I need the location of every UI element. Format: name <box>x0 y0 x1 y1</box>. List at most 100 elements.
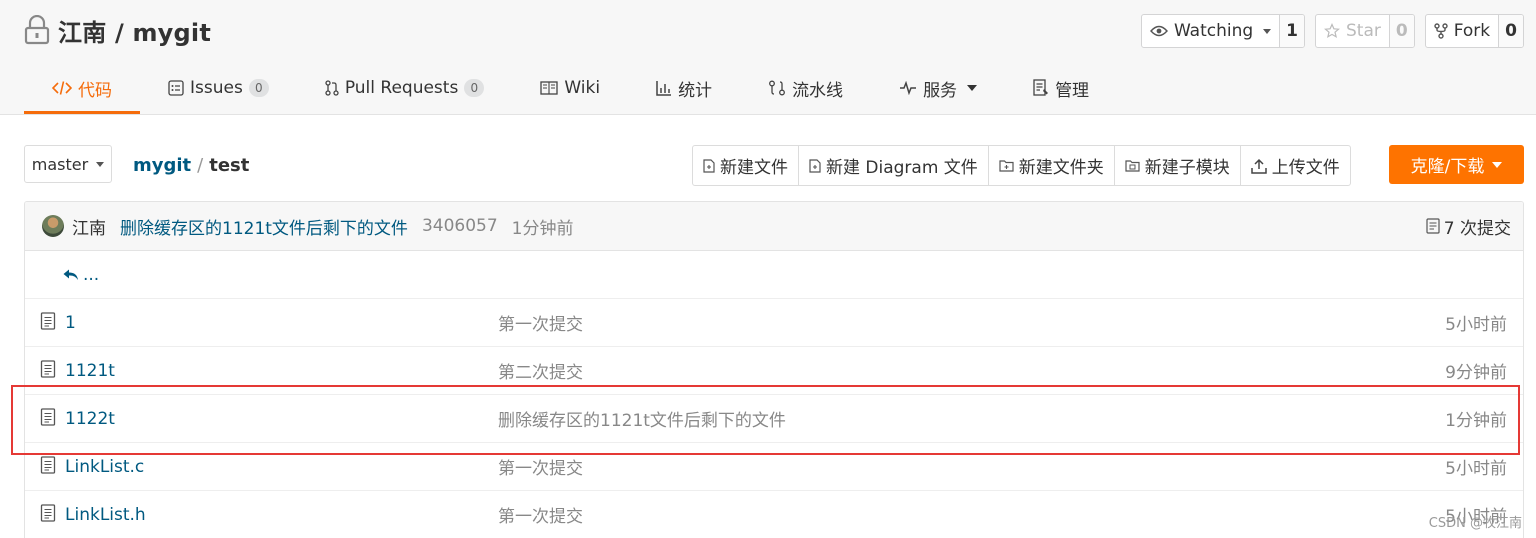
new-file-button[interactable]: 新建文件 <box>693 146 798 185</box>
upload-file-button[interactable]: 上传文件 <box>1239 146 1350 185</box>
branch-selector[interactable]: master <box>24 145 112 183</box>
latest-commit-bar: 江南 删除缓存区的1121t文件后剩下的文件 3406057 1分钟前 7 次提… <box>25 202 1523 251</box>
clone-download-button[interactable]: 克隆/下载 <box>1389 145 1524 184</box>
tab-pipeline[interactable]: 流水线 <box>740 62 871 114</box>
button-label: 新建文件 <box>720 158 788 178</box>
watch-button[interactable]: Watching 1 <box>1140 14 1306 48</box>
tab-stats[interactable]: 统计 <box>628 62 740 114</box>
commit-sha[interactable]: 3406057 <box>422 216 498 236</box>
star-icon <box>1324 23 1340 39</box>
new-submodule-button[interactable]: 新建子模块 <box>1113 146 1240 185</box>
new-diagram-icon <box>809 158 821 173</box>
fork-label: Fork <box>1453 21 1491 41</box>
repo-nav: 代码 Issues 0 Pull Requests 0 Wiki 统计 流水线 … <box>24 62 1117 114</box>
commit-author[interactable]: 江南 <box>72 214 106 239</box>
star-button[interactable]: Star 0 <box>1315 14 1415 48</box>
repo-actions: Watching 1 Star 0 Fork 0 <box>1140 14 1524 48</box>
upload-icon <box>1251 158 1267 174</box>
commit-count-link[interactable]: 7 次提交 <box>1426 214 1511 239</box>
file-name-link[interactable]: LinkList.c <box>65 457 144 477</box>
file-icon <box>40 360 56 378</box>
file-icon <box>40 312 56 330</box>
reply-arrow-icon <box>63 269 78 280</box>
commits-icon <box>1426 218 1440 234</box>
chevron-down-icon <box>1263 28 1272 34</box>
tab-code[interactable]: 代码 <box>24 62 140 114</box>
tab-label: 流水线 <box>792 80 844 101</box>
fork-button[interactable]: Fork 0 <box>1424 14 1524 48</box>
repo-title: 江南 / mygit <box>24 13 211 48</box>
file-icon <box>40 504 56 522</box>
star-count[interactable]: 0 <box>1388 15 1414 47</box>
tab-manage[interactable]: 管理 <box>1005 62 1117 114</box>
chevron-down-icon <box>1492 161 1503 168</box>
branch-name: master <box>31 154 89 174</box>
file-commit-time: 9分钟前 <box>1445 363 1507 383</box>
watch-count[interactable]: 1 <box>1279 15 1305 47</box>
breadcrumb-separator: / <box>197 155 204 176</box>
tab-wiki[interactable]: Wiki <box>512 62 628 114</box>
table-row[interactable]: 1122t 删除缓存区的1121t文件后剩下的文件 1分钟前 <box>25 395 1523 443</box>
file-commit-message[interactable]: 第一次提交 <box>498 502 583 527</box>
issues-icon <box>168 80 184 96</box>
file-commit-message[interactable]: 第二次提交 <box>498 358 583 383</box>
fork-icon <box>1434 23 1448 39</box>
new-folder-icon <box>999 160 1014 172</box>
new-submodule-icon <box>1125 160 1140 172</box>
file-icon <box>40 456 56 474</box>
clone-label: 克隆/下载 <box>1410 157 1485 177</box>
breadcrumb-repo[interactable]: mygit <box>133 155 191 176</box>
file-name-link[interactable]: LinkList.h <box>65 505 146 525</box>
file-commit-message[interactable]: 第一次提交 <box>498 454 583 479</box>
tab-label: 代码 <box>78 80 112 101</box>
star-label: Star <box>1346 21 1381 41</box>
tab-label: Wiki <box>564 78 601 98</box>
commit-count-label: 7 次提交 <box>1443 218 1511 239</box>
table-row[interactable]: LinkList.c 第一次提交 5小时前 <box>25 443 1523 491</box>
manage-icon <box>1033 79 1049 96</box>
tab-pull-requests[interactable]: Pull Requests 0 <box>297 62 513 114</box>
service-icon <box>900 81 917 95</box>
file-actions-group: 新建文件 新建 Diagram 文件 新建文件夹 新建子模块 上传文件 <box>692 145 1351 186</box>
file-name-link[interactable]: 1121t <box>65 361 115 381</box>
pipeline-icon <box>769 80 786 96</box>
tab-label: 服务 <box>923 80 958 101</box>
tab-label: Pull Requests <box>344 78 459 98</box>
parent-directory-row[interactable]: ... <box>25 251 1523 299</box>
stats-icon <box>656 81 672 96</box>
tab-label: 管理 <box>1055 80 1090 101</box>
new-file-icon <box>703 158 715 173</box>
commit-message[interactable]: 删除缓存区的1121t文件后剩下的文件 <box>120 214 408 239</box>
avatar[interactable] <box>42 215 64 237</box>
file-commit-message[interactable]: 第一次提交 <box>498 310 583 335</box>
button-label: 上传文件 <box>1271 158 1340 178</box>
breadcrumb-current: test <box>209 155 250 176</box>
chevron-down-icon <box>967 85 978 91</box>
tab-issues[interactable]: Issues 0 <box>140 62 297 114</box>
file-commit-time: 5小时前 <box>1445 315 1507 335</box>
repo-title-text[interactable]: 江南 / mygit <box>58 13 211 48</box>
tab-label: 统计 <box>678 80 713 101</box>
back-link[interactable]: ... <box>63 265 99 285</box>
wiki-icon <box>540 81 558 95</box>
table-row[interactable]: 1 第一次提交 5小时前 <box>25 299 1523 347</box>
watermark: CSDN @牧江南 <box>1428 516 1522 531</box>
tab-label: Issues <box>190 78 243 98</box>
watch-label: Watching <box>1173 21 1254 41</box>
new-folder-button[interactable]: 新建文件夹 <box>987 146 1114 185</box>
button-label: 新建 Diagram 文件 <box>826 158 978 178</box>
file-name-link[interactable]: 1 <box>65 313 76 333</box>
file-commit-message[interactable]: 删除缓存区的1121t文件后剩下的文件 <box>498 406 786 431</box>
repo-header: 江南 / mygit Watching 1 Star 0 Fork 0 代码 I… <box>0 0 1536 115</box>
fork-count[interactable]: 0 <box>1498 15 1523 47</box>
table-row[interactable]: LinkList.h 第一次提交 5小时前 <box>25 491 1523 538</box>
tab-service[interactable]: 服务 <box>871 62 1005 114</box>
lock-icon <box>24 15 50 45</box>
new-diagram-button[interactable]: 新建 Diagram 文件 <box>798 146 988 185</box>
breadcrumb: mygit / test <box>133 155 249 176</box>
file-name-link[interactable]: 1122t <box>65 409 115 429</box>
chevron-down-icon <box>96 161 105 167</box>
table-row[interactable]: 1121t 第二次提交 9分钟前 <box>25 347 1523 395</box>
file-table: 江南 删除缓存区的1121t文件后剩下的文件 3406057 1分钟前 7 次提… <box>24 201 1524 538</box>
file-commit-time: 5小时前 <box>1445 459 1507 479</box>
